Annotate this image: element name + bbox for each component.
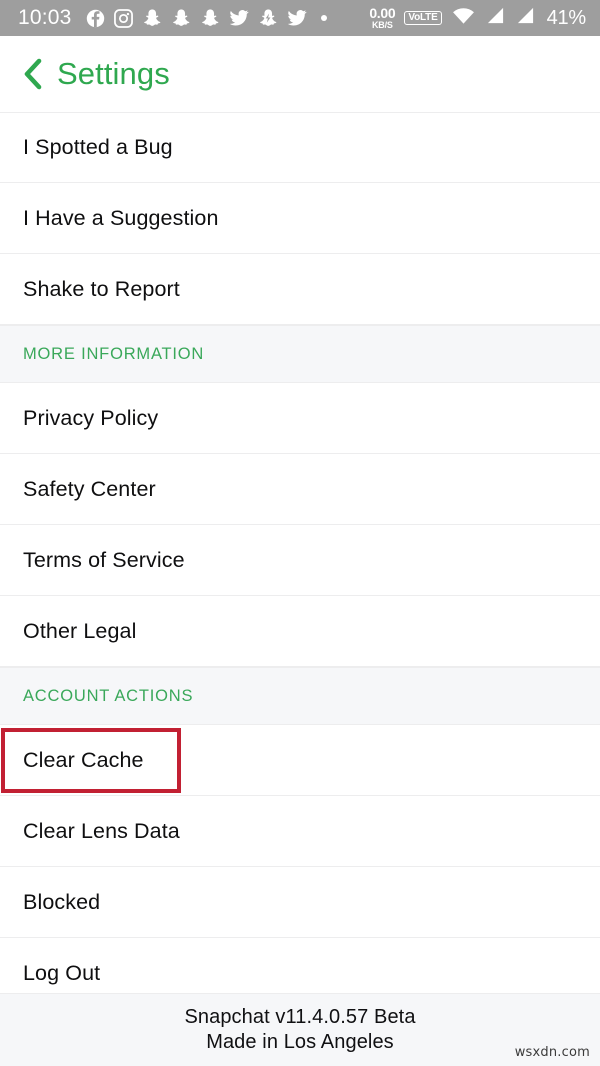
- settings-row-label: I Have a Suggestion: [23, 205, 219, 230]
- settings-row-other-legal[interactable]: Other Legal: [0, 596, 600, 667]
- status-bar-system-icons: 0.00 KB/S VoLTE 41%: [369, 6, 586, 30]
- twitter-icon: [229, 8, 249, 28]
- status-bar-notification-icons: [86, 8, 327, 28]
- network-speed-indicator: 0.00 KB/S: [369, 6, 395, 30]
- settings-row-label: Log Out: [23, 960, 101, 985]
- battery-percent-label: 41%: [546, 6, 587, 29]
- settings-row-i-spotted-a-bug[interactable]: I Spotted a Bug: [0, 112, 600, 183]
- section-header-more-information: MORE INFORMATION: [0, 325, 600, 383]
- settings-row-privacy-policy[interactable]: Privacy Policy: [0, 383, 600, 454]
- chevron-left-icon: [24, 58, 42, 90]
- settings-row-label: Safety Center: [23, 476, 156, 501]
- snapchat-icon: [171, 8, 191, 28]
- section-header-label: MORE INFORMATION: [23, 344, 205, 363]
- facebook-icon: [86, 9, 105, 28]
- volte-icon: VoLTE: [404, 10, 442, 26]
- signal-sim1-icon: [485, 6, 506, 30]
- network-speed-value: 0.00: [369, 5, 396, 21]
- section-header-account-actions: ACCOUNT ACTIONS: [0, 667, 600, 725]
- settings-row-label: Shake to Report: [23, 276, 180, 301]
- site-watermark: wsxdn.com: [514, 1045, 590, 1060]
- page-header: Settings: [0, 36, 600, 112]
- more-dot-icon: [320, 15, 327, 21]
- snapchat-icon: [142, 8, 162, 28]
- settings-row-shake-to-report[interactable]: Shake to Report: [0, 254, 600, 325]
- settings-row-label: Clear Lens Data: [23, 818, 180, 843]
- app-version-footer: Snapchat v11.4.0.57 Beta Made in Los Ang…: [0, 993, 600, 1066]
- status-bar-clock: 10:03: [18, 6, 72, 29]
- settings-row-safety-center[interactable]: Safety Center: [0, 454, 600, 525]
- settings-list: I Spotted a Bug I Have a Suggestion Shak…: [0, 112, 600, 1009]
- snapchat-bolt-icon: [258, 8, 278, 28]
- settings-row-label: Clear Cache: [23, 747, 144, 772]
- settings-row-i-have-a-suggestion[interactable]: I Have a Suggestion: [0, 183, 600, 254]
- signal-sim2-icon: [515, 6, 536, 30]
- twitter-icon: [287, 8, 307, 28]
- app-version-label: Snapchat v11.4.0.57 Beta: [184, 1006, 416, 1028]
- settings-row-label: Terms of Service: [23, 547, 185, 572]
- section-header-label: ACCOUNT ACTIONS: [23, 686, 194, 705]
- network-speed-unit: KB/S: [371, 20, 393, 30]
- status-bar: 10:03 0.00 KB/S VoLTE 41%: [0, 0, 600, 36]
- page-title: Settings: [57, 56, 170, 91]
- settings-row-label: I Spotted a Bug: [23, 135, 173, 159]
- settings-row-blocked[interactable]: Blocked: [0, 867, 600, 938]
- instagram-icon: [113, 8, 133, 28]
- settings-row-clear-cache[interactable]: Clear Cache: [0, 725, 600, 796]
- settings-row-label: Privacy Policy: [23, 405, 159, 430]
- app-origin-label: Made in Los Angeles: [206, 1031, 394, 1053]
- settings-screen: 10:03 0.00 KB/S VoLTE 41% Settings I Spo…: [0, 0, 600, 1066]
- settings-row-clear-lens-data[interactable]: Clear Lens Data: [0, 796, 600, 867]
- wifi-icon: [451, 6, 476, 30]
- settings-row-label: Blocked: [23, 889, 101, 914]
- back-button[interactable]: [17, 57, 47, 91]
- snapchat-icon: [200, 8, 220, 28]
- settings-row-label: Other Legal: [23, 618, 137, 643]
- settings-row-terms-of-service[interactable]: Terms of Service: [0, 525, 600, 596]
